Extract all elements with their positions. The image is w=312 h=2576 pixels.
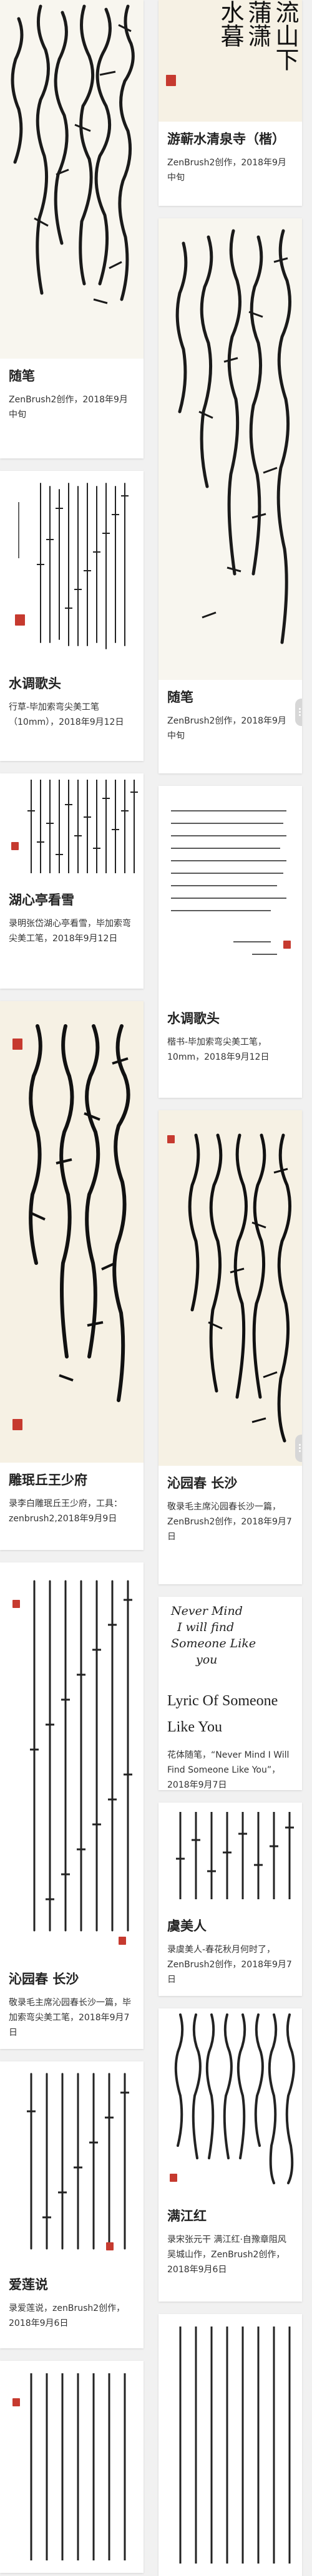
artwork-card[interactable]: 流山下 蒲潇 水暮 游蕲水清泉寺（楷） ZenBrush2创作，2018年9月中… — [158, 0, 302, 206]
card-description: ZenBrush2创作，2018年9月中旬 — [167, 716, 286, 741]
script-line: Someone Like — [171, 1637, 256, 1650]
artwork-card[interactable]: 随笔 ZenBrush2创作，2018年9月中旬 — [0, 0, 144, 458]
card-title: Lyric Of Someone Like You — [167, 1693, 278, 1735]
card-title: 随笔 — [9, 369, 35, 384]
calligraphy-thumbnail[interactable] — [158, 2008, 302, 2199]
artwork-card[interactable]: 随笔 ZenBrush2创作，2018年9月中旬 — [158, 218, 302, 773]
calligraphy-thumbnail[interactable]: 流山下 蒲潇 水暮 — [158, 0, 302, 122]
calligraphy-thumbnail[interactable]: Never Mind I will find Someone Like you — [158, 1597, 302, 1678]
card-description: 录爱莲说，zenBrush2创作，2018年9月6日 — [9, 2303, 125, 2328]
card-description: 敬录毛主席沁园春长沙一篇，毕加索弯尖美工笔，2018年9月7日 — [9, 1998, 131, 2038]
cursive-calligraphy-image — [188, 1133, 291, 1443]
card-title: 随笔 — [167, 690, 193, 705]
red-seal-icon — [12, 2398, 20, 2406]
calligraphy-thumbnail[interactable] — [158, 1110, 302, 1466]
card-title: 游蕲水清泉寺（楷） — [167, 132, 285, 147]
red-seal-icon — [12, 1039, 22, 1050]
calligraphy-thumbnail[interactable] — [0, 2061, 144, 2267]
calligraphy-thumbnail[interactable] — [0, 1562, 144, 1962]
artwork-card[interactable]: 爱莲说 录爱莲说，zenBrush2创作，2018年9月6日 — [0, 2061, 144, 2348]
card-description: 敬录毛主席沁园春长沙一篇，ZenBrush2创作，2018年9月7日 — [167, 1502, 292, 1542]
red-seal-icon — [11, 842, 19, 850]
calligraphy-thumbnail[interactable] — [0, 2361, 144, 2573]
calligraphy-thumbnail[interactable] — [158, 218, 302, 680]
script-line: Never Mind — [171, 1604, 243, 1618]
card-title: 沁园春 长沙 — [167, 1476, 238, 1491]
card-description: 楷书-毕加索弯尖美工笔，10mm，2018年9月12日 — [167, 1037, 270, 1062]
card-title: 爱莲说 — [9, 2277, 48, 2292]
script-line: I will find — [177, 1620, 235, 1634]
red-seal-icon — [166, 75, 176, 86]
artwork-card[interactable]: Never Mind I will find Someone Like you … — [158, 1597, 302, 1790]
card-title: 虞美人 — [167, 1919, 207, 1934]
card-title: 雕珉丘王少府 — [9, 1473, 87, 1488]
artwork-card[interactable]: 虞美人 录虞美人-春花秋月何时了，ZenBrush2创作，2018年9月7日 — [158, 1803, 302, 1996]
regular-script-calligraphy-image — [171, 810, 286, 955]
artwork-card[interactable]: 沁园春 长沙 敬录毛主席沁园春长沙一篇，ZenBrush2创作，2018年9月7… — [158, 1110, 302, 1584]
cursive-calligraphy-image — [11, 4, 135, 304]
red-seal-icon — [106, 2242, 114, 2250]
card-description: ZenBrush2创作，2018年9月中旬 — [167, 158, 286, 183]
card-title: 沁园春 长沙 — [9, 1972, 79, 1987]
calligraphy-image — [30, 2373, 126, 2560]
calligraphy-image — [30, 1580, 132, 1932]
calligraphy-image — [27, 780, 138, 873]
artwork-card[interactable]: 满江红 录宋张元干 满江红·自豫章阻风吴城山作，ZenBrush2创作，2018… — [158, 2008, 302, 2302]
calligraphy-thumbnail[interactable] — [0, 1001, 144, 1463]
artwork-card[interactable]: 湖心亭看雪 录明张岱湖心亭看雪，毕加索弯尖美工笔，2018年9月12日 — [0, 773, 144, 989]
calligraphy-thumbnail[interactable] — [158, 1803, 302, 1909]
calligraphy-thumbnail[interactable] — [158, 786, 302, 1001]
card-title: 湖心亭看雪 — [9, 893, 74, 908]
card-description: 录宋张元干 满江红·自豫章阻风吴城山作，ZenBrush2创作，2018年9月6… — [167, 2235, 286, 2275]
thumbnail-glyph-column: 水暮 — [217, 0, 244, 47]
red-seal-icon — [119, 1937, 126, 1945]
artwork-card[interactable]: 水调歌头 楷书-毕加索弯尖美工笔，10mm，2018年9月12日 — [158, 786, 302, 1098]
red-seal-icon — [170, 2174, 177, 2182]
card-description: 录虞美人-春花秋月何时了，ZenBrush2创作，2018年9月7日 — [167, 1945, 292, 1985]
artwork-card[interactable]: 沁园春 长沙 敬录毛主席沁园春长沙一篇，毕加索弯尖美工笔，2018年9月7日 — [0, 1562, 144, 2049]
artwork-card[interactable] — [158, 2314, 302, 2576]
red-seal-icon — [12, 1600, 20, 1608]
calligraphy-image — [27, 2073, 129, 2250]
scroll-handle[interactable] — [295, 699, 302, 726]
red-seal-icon — [12, 1419, 22, 1430]
card-description: ZenBrush2创作，2018年9月中旬 — [9, 395, 128, 420]
cursive-calligraphy-image — [174, 2013, 295, 2184]
thumbnail-glyph-column: 蒲潇 — [244, 0, 271, 47]
card-title: 水调歌头 — [167, 1011, 220, 1026]
card-title: 满江红 — [167, 2209, 207, 2224]
card-description: 录明张岱湖心亭看雪，毕加索弯尖美工笔，2018年9月12日 — [9, 919, 131, 944]
calligraphy-image — [179, 2327, 291, 2564]
calligraphy-image — [176, 1812, 294, 1899]
card-description: 花体随笔，“Never Mind I Will Find Someone Lik… — [167, 1750, 290, 1790]
card-title: 水调歌头 — [9, 676, 61, 691]
card-description: 行草-毕加索弯尖美工笔（10mm），2018年9月12日 — [9, 702, 124, 727]
running-script-calligraphy-image — [18, 483, 129, 649]
thumbnail-glyph-column: 流山下 — [271, 0, 299, 71]
red-seal-icon — [15, 614, 25, 626]
cursive-calligraphy-image — [175, 229, 291, 644]
scroll-handle[interactable] — [295, 1435, 302, 1462]
cursive-calligraphy-image — [29, 1024, 130, 1402]
red-seal-icon — [167, 1135, 175, 1143]
red-seal-icon — [283, 941, 291, 949]
script-line: you — [196, 1653, 218, 1667]
calligraphy-thumbnail[interactable] — [158, 2314, 302, 2576]
artwork-card[interactable]: 雕珉丘王少府 录李白雕珉丘王少府，工具：zenbrush2,2018年9月9日 — [0, 1001, 144, 1550]
artwork-card[interactable]: 水调歌头 行草-毕加索弯尖美工笔（10mm），2018年9月12日 — [0, 471, 144, 761]
calligraphy-thumbnail[interactable] — [0, 773, 144, 883]
calligraphy-thumbnail[interactable] — [0, 0, 144, 359]
artwork-card[interactable] — [0, 2361, 144, 2573]
card-description: 录李白雕珉丘王少府，工具：zenbrush2,2018年9月9日 — [9, 1499, 122, 1524]
calligraphy-thumbnail[interactable] — [0, 471, 144, 666]
